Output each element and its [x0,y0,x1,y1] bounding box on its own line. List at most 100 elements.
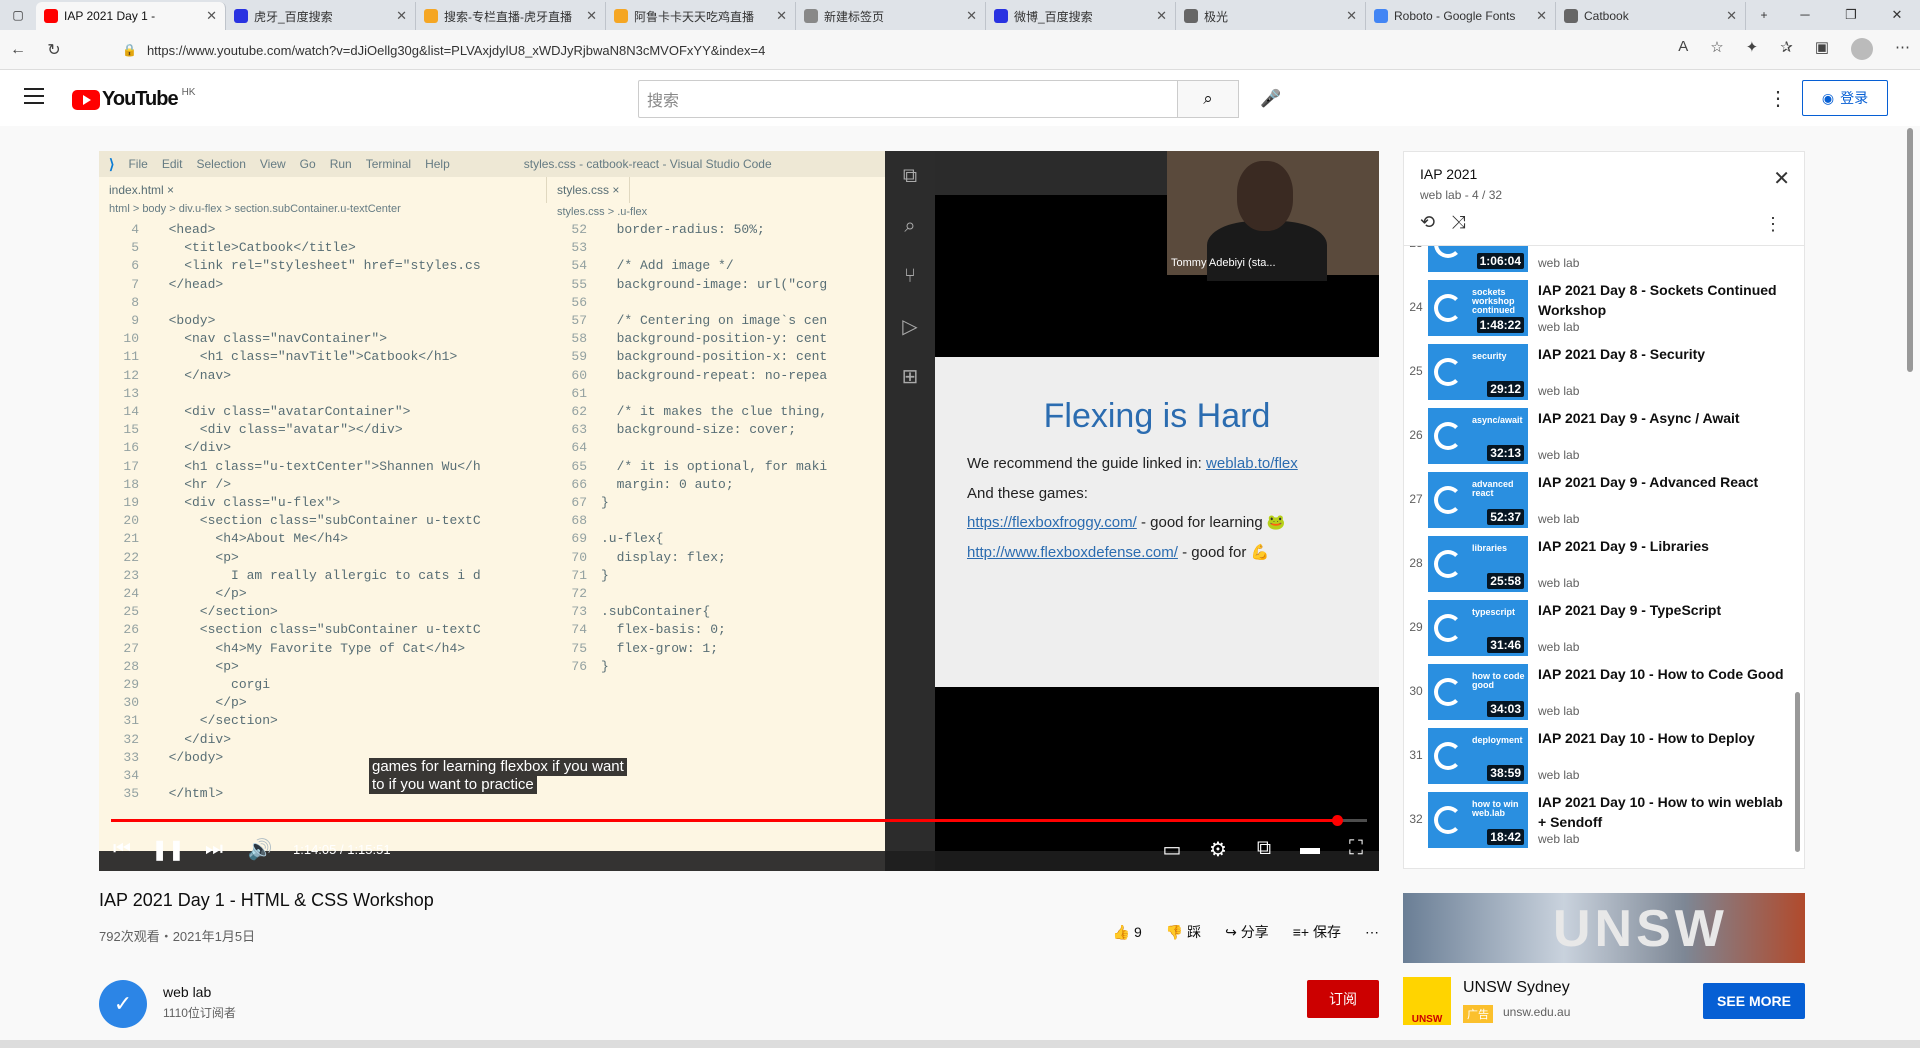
minimize-icon[interactable]: ─ [1782,7,1828,23]
search-input[interactable]: 搜索 [638,80,1178,118]
extensions-icon[interactable]: ✦ [1746,38,1759,60]
tab-close-icon[interactable]: ✕ [1346,8,1357,24]
playlist-item-title[interactable]: IAP 2021 Day 9 - Advanced React [1538,472,1790,492]
playlist-item[interactable]: 26 async/await 32:13 IAP 2021 Day 9 - Async… [1404,404,1804,468]
loop-icon[interactable]: ⟲ [1420,212,1435,233]
ad-logo[interactable]: UNSW [1403,977,1451,1025]
playlist-title[interactable]: IAP 2021 [1420,166,1477,182]
playlist-item-title[interactable]: IAP 2021 Day 10 - How to Code Good [1538,664,1790,684]
tab-actions-icon[interactable]: ▢ [0,0,36,30]
playlist-item-title[interactable]: IAP 2021 Day 9 - Async / Await [1538,408,1790,428]
shuffle-icon[interactable]: ⤨ [1451,212,1465,233]
page-scrollbar[interactable] [1907,128,1913,372]
back-icon[interactable]: ← [0,41,36,59]
tab-close-icon[interactable]: ✕ [586,8,597,24]
favorites-icon[interactable]: ✰ [1780,38,1793,60]
next-icon[interactable]: ⏭ [191,838,237,861]
browser-tab[interactable]: 阿鲁卡卡天天吃鸡直播 ✕ [606,2,796,30]
playlist-item-title[interactable]: IAP 2021 Day 9 - TypeScript [1538,600,1790,620]
playlist-item[interactable]: 31 deployment 38:59 IAP 2021 Day 10 - How t… [1404,724,1804,788]
login-button[interactable]: ◉ 登录 [1802,80,1888,116]
playlist-item-title[interactable]: IAP 2021 Day 8 - Sockets Continued Works… [1538,280,1790,320]
collections-icon[interactable]: ▣ [1815,38,1829,60]
video-player[interactable]: ⟩ File Edit Selection View Go Run Terminal Help… [99,151,1379,871]
new-tab-button[interactable]: + [1746,0,1782,30]
playlist-item-title[interactable]: IAP 2021 Day 10 - How to Deploy [1538,728,1790,748]
restore-icon[interactable]: ❐ [1828,7,1874,23]
channel-name[interactable]: web lab [163,984,211,1000]
browser-tab[interactable]: 极光 ✕ [1176,2,1366,30]
lock-icon[interactable]: 🔒 [122,43,137,57]
scrubber-handle[interactable] [1331,815,1343,826]
microphone-icon[interactable]: 🎤 [1256,84,1286,114]
ad-name[interactable]: UNSW Sydney [1463,979,1570,997]
playlist-item[interactable]: 25 security 29:12 IAP 2021 Day 8 - Security… [1404,340,1804,404]
settings-icon[interactable]: ⚙ [1195,837,1241,862]
channel-avatar[interactable]: ✓ [99,980,147,1028]
playlist-thumbnail[interactable]: typescript 31:46 [1428,600,1528,656]
browser-tab[interactable]: 搜索-专栏直播-虎牙直播 ✕ [416,2,606,30]
subscribe-button[interactable]: 订阅 [1307,980,1379,1018]
volume-icon[interactable]: 🔊 [237,837,283,862]
tab-close-icon[interactable]: ✕ [1156,8,1167,24]
ad-banner[interactable]: UNSW [1403,893,1805,963]
share-button[interactable]: ↪ 分享 [1225,922,1269,942]
playlist-thumbnail[interactable]: advanced react 52:37 [1428,472,1528,528]
playlist-item[interactable]: 28 libraries 25:58 IAP 2021 Day 9 - Librari… [1404,532,1804,596]
playlist-item[interactable]: 32 how to win web.lab 18:42 IAP 2021 Day 10… [1404,788,1804,852]
tab-close-icon[interactable]: ✕ [966,8,977,24]
playlist-thumbnail[interactable]: security 29:12 [1428,344,1528,400]
video-duration: 31:46 [1487,637,1524,653]
tab-close-icon[interactable]: ✕ [396,8,407,24]
settings-more-icon[interactable]: ⋮ [1768,86,1788,111]
playlist-more-icon[interactable]: ⋮ [1764,214,1782,235]
save-button[interactable]: ≡+ 保存 [1293,922,1341,942]
more-icon[interactable]: ⋯ [1895,38,1910,60]
close-icon[interactable]: ✕ [1773,166,1790,191]
profile-avatar[interactable] [1851,38,1873,60]
playlist-item[interactable]: 29 typescript 31:46 IAP 2021 Day 9 - TypeSc… [1404,596,1804,660]
playlist-item[interactable]: 27 advanced react 52:37 IAP 2021 Day 9 - Ad… [1404,468,1804,532]
playlist-thumbnail[interactable]: how to code good 34:03 [1428,664,1528,720]
playlist-scrollbar[interactable] [1795,692,1800,852]
like-button[interactable]: 👍 9 [1113,924,1142,941]
browser-tab[interactable]: Catbook ✕ [1556,2,1746,30]
playlist-item-title[interactable]: IAP 2021 Day 8 - Security [1538,344,1790,364]
previous-icon[interactable]: ⏮ [99,838,145,861]
playlist-thumbnail[interactable]: async/await 32:13 [1428,408,1528,464]
read-aloud-icon[interactable]: A [1678,38,1688,60]
playlist-thumbnail[interactable]: sockets workshop continued 1:48:22 [1428,280,1528,336]
playlist-item-title[interactable]: IAP 2021 Day 9 - Libraries [1538,536,1790,556]
playlist-item-title[interactable]: IAP 2021 Day 10 - How to win weblab + Se… [1538,792,1790,832]
playlist-thumbnail[interactable]: deployment 38:59 [1428,728,1528,784]
tab-close-icon[interactable]: ✕ [776,8,787,24]
tab-close-icon[interactable]: ✕ [1726,8,1737,24]
refresh-icon[interactable]: ↻ [36,40,72,60]
browser-tab[interactable]: 虎牙_百度搜索 ✕ [226,2,416,30]
search-button[interactable]: ⌕ [1177,80,1239,118]
fullscreen-icon[interactable]: ⛶ [1333,837,1379,862]
youtube-logo[interactable]: YouTube HK [72,87,195,111]
browser-tab[interactable]: Roboto - Google Fonts ✕ [1366,2,1556,30]
theater-icon[interactable]: ▬ [1287,837,1333,862]
browser-tab[interactable]: IAP 2021 Day 1 - ✕ [36,2,226,30]
menu-icon[interactable] [24,88,44,109]
dislike-button[interactable]: 👎 踩 [1166,922,1201,942]
progress-bar[interactable] [111,815,1367,826]
miniplayer-icon[interactable]: ⧉ [1241,837,1287,862]
favorite-icon[interactable]: ☆ [1710,38,1723,60]
pause-icon[interactable]: ❚❚ [145,837,191,862]
browser-tab[interactable]: 新建标签页 ✕ [796,2,986,30]
playlist-thumbnail[interactable]: libraries 25:58 [1428,536,1528,592]
playlist-item[interactable]: 24 sockets workshop continued 1:48:22 IAP 2… [1404,276,1804,340]
browser-tab[interactable]: 微博_百度搜索 ✕ [986,2,1176,30]
playlist-thumbnail[interactable]: how to win web.lab 18:42 [1428,792,1528,848]
see-more-button[interactable]: SEE MORE [1703,983,1805,1019]
tab-close-icon[interactable]: ✕ [1536,8,1547,24]
close-window-icon[interactable]: ✕ [1874,7,1920,23]
subtitles-icon[interactable]: ▭ [1149,837,1195,862]
url-field[interactable]: 🔒 https://www.youtube.com/watch?v=dJiOel… [110,35,1680,65]
tab-close-icon[interactable]: ✕ [206,8,217,24]
playlist-item[interactable]: 30 how to code good 34:03 IAP 2021 Day 10 -… [1404,660,1804,724]
more-actions-icon[interactable]: ⋯ [1365,924,1379,941]
